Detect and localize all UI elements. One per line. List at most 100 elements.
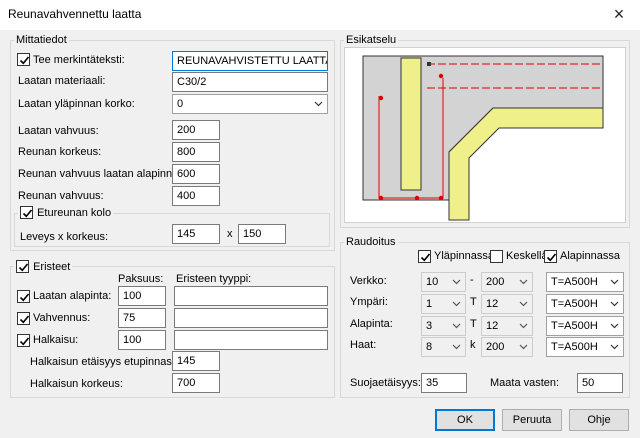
slab-edge-drawing [362,55,604,221]
alapinta-grade-select[interactable]: T=A500H [546,316,624,336]
ympari-spacing-value: 12 [486,298,499,310]
edge-cap [427,62,431,66]
alapinta-grade-value: T=A500H [551,320,598,332]
laatan-alapinta-paksuus-input[interactable]: 100 [118,286,166,306]
vahvuus-label: Laatan vahvuus: [18,125,99,137]
suojaetaisyys-label: Suojaetäisyys: [350,377,421,389]
halkaisu-paksuus-input[interactable]: 100 [118,330,166,350]
halkaisu-checkbox[interactable] [17,334,30,347]
reunan-korkeus-input[interactable]: 800 [172,142,220,162]
suojaetaisyys-input[interactable]: 35 [421,373,467,393]
ympari-grade-value: T=A500H [551,298,598,310]
check-icon [19,337,30,346]
halkaisu-etaisyys-label: Halkaisun etäisyys etupinnasta: [30,356,185,368]
help-button[interactable]: Ohje [569,409,629,431]
haat-spacing-select[interactable]: 200 [481,337,533,357]
chevron-down-icon [452,344,461,350]
alapinta-spacing-select[interactable]: 12 [481,316,533,336]
vahvennus-tyyppi-input[interactable] [174,308,328,328]
ympari-separator: T [470,296,477,308]
vahvennus-paksuus-input[interactable]: 75 [118,308,166,328]
halkaisu-korkeus-input[interactable]: 700 [172,373,220,393]
halkaisu-tyyppi-input[interactable] [174,330,328,350]
rebar-dot [438,195,444,201]
laatan-alapinta-checkbox[interactable] [17,290,30,303]
check-icon [19,293,30,302]
ympari-spacing-select[interactable]: 12 [481,294,533,314]
materiaali-input[interactable]: C30/2 [172,72,328,92]
alapinta-spacing-value: 12 [486,320,499,332]
keskella-checkbox[interactable] [490,250,503,263]
etureunan-kolo-header: Etureunan kolo [18,206,114,219]
raudoitus-label: Raudoitus [344,236,398,248]
chevron-down-icon [519,323,528,329]
ylapinnassa-checkbox[interactable] [418,250,431,263]
kolo-korkeus-input[interactable]: 150 [238,224,286,244]
kolo-leveys-input[interactable]: 145 [172,224,220,244]
chevron-down-icon [452,301,461,307]
check-icon [22,209,33,218]
rebar-dot [438,73,444,79]
haat-grade-select[interactable]: T=A500H [546,337,624,357]
vahvuus-input[interactable]: 200 [172,120,220,140]
rebar-dot [378,95,384,101]
close-icon[interactable]: × [604,2,634,26]
ympari-grade-select[interactable]: T=A500H [546,294,624,314]
times-sign: x [227,228,233,240]
verkko-spacing-select[interactable]: 200 [481,272,533,292]
preview-canvas [344,47,626,223]
verkko-grade-select[interactable]: T=A500H [546,272,624,292]
korko-label: Laatan yläpinnan korko: [18,98,135,110]
chevron-down-icon [610,344,619,350]
verkko-grade-value: T=A500H [551,276,598,288]
ylapinnassa-label: Yläpinnassa [434,250,494,262]
haat-size-select[interactable]: 8 [421,337,466,357]
maata-vasten-input[interactable]: 50 [577,373,623,393]
check-icon [420,253,431,262]
ympari-size-select[interactable]: 1 [421,294,466,314]
rebar-dot [414,195,420,201]
keskella-label: Keskellä [506,250,548,262]
alapinnassa-checkbox[interactable] [544,250,557,263]
verkko-size-value: 10 [426,276,439,288]
merkinta-checkbox[interactable] [17,53,30,66]
alapinta-size-value: 3 [426,320,433,332]
chevron-down-icon [610,323,619,329]
haat-label: Haat: [350,339,377,351]
chevron-down-icon [314,101,323,107]
alapinta-separator: T [470,318,477,330]
rebar-dot [378,195,384,201]
reunan-vahvuus-label: Reunan vahvuus: [18,190,104,202]
reunan-vahvuus-input[interactable]: 400 [172,186,220,206]
haat-spacing-value: 200 [486,341,505,353]
korko-value: 0 [177,98,184,110]
ok-button[interactable]: OK [435,409,495,431]
materiaali-label: Laatan materiaali: [18,75,106,87]
chevron-down-icon [452,323,461,329]
check-icon [19,315,30,324]
etureunan-kolo-checkbox[interactable] [20,206,33,219]
halkaisu-label: Halkaisu: [33,334,79,346]
haat-size-value: 8 [426,341,433,353]
reunan-vahvuus-alapinnassa-input[interactable]: 600 [172,164,220,184]
cancel-button[interactable]: Peruuta [502,409,562,431]
verkko-size-select[interactable]: 10 [421,272,466,292]
alapinta-label: Alapinta: [350,318,393,330]
laatan-alapinta-tyyppi-input[interactable] [174,286,328,306]
halkaisu-etaisyys-input[interactable]: 145 [172,351,220,371]
insulation-split [400,57,422,191]
chevron-down-icon [519,344,528,350]
haat-separator: k [470,339,476,351]
check-icon [18,263,29,272]
check-icon [19,56,30,65]
korko-select[interactable]: 0 [172,94,328,114]
chevron-down-icon [519,301,528,307]
vahvennus-checkbox[interactable] [17,312,30,325]
alapinta-size-select[interactable]: 3 [421,316,466,336]
merkinta-input[interactable]: REUNAVAHVISTETTU LAATTA [172,51,328,71]
etureunan-kolo-label: Etureunan kolo [37,206,112,219]
leveys-korkeus-label: Leveys x korkeus: [20,231,109,243]
eristeet-label: Eristeet [33,260,71,273]
eristeet-checkbox[interactable] [16,260,29,273]
ympari-label: Ympäri: [350,296,388,308]
